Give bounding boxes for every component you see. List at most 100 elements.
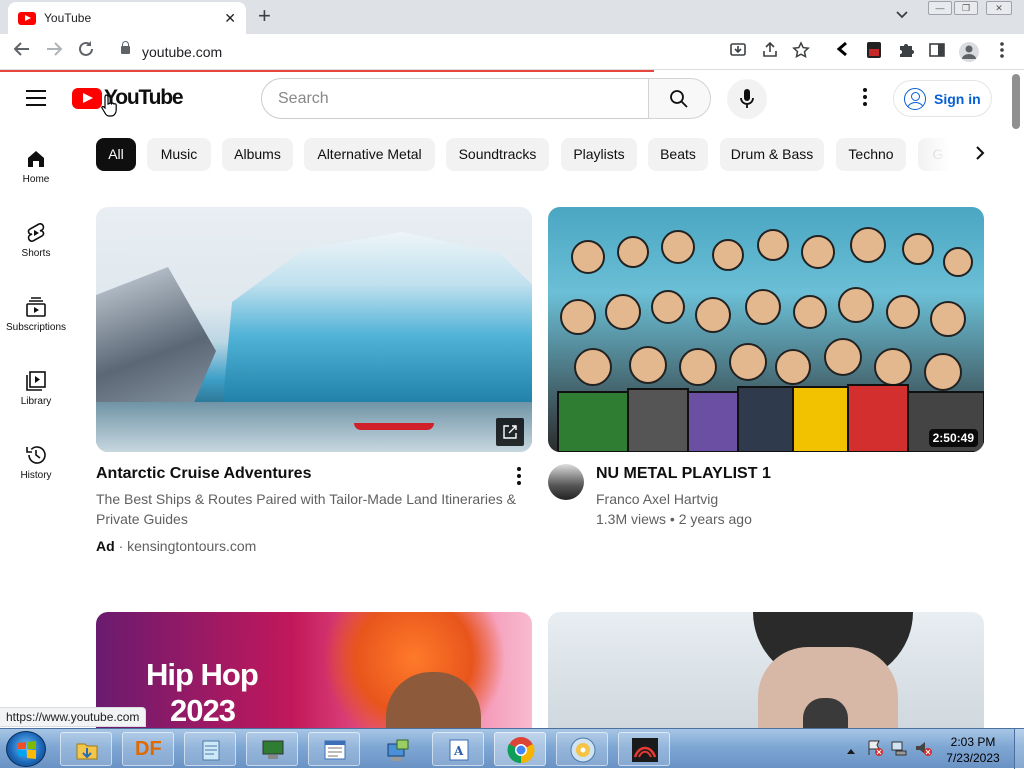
open-external-icon[interactable] <box>496 418 524 446</box>
sidebar-item-subscriptions[interactable]: Subscriptions <box>0 296 72 333</box>
chrome-icon <box>507 737 535 764</box>
chip-beats[interactable]: Beats <box>648 138 708 171</box>
guide-menu-button[interactable] <box>26 90 46 106</box>
taskbar-audio-app[interactable] <box>618 732 670 766</box>
chip-techno[interactable]: Techno <box>836 138 906 171</box>
side-panel-icon[interactable] <box>926 41 948 63</box>
folder-icon <box>76 743 98 760</box>
new-tab-button[interactable]: + <box>258 5 271 27</box>
browser-toolbar: youtube.com <box>0 34 1024 70</box>
ad-badge: Ad <box>96 538 115 554</box>
sidebar-label-subscriptions: Subscriptions <box>5 322 67 333</box>
youtube-favicon-icon <box>18 11 36 25</box>
clock-time: 2:03 PM <box>950 735 996 749</box>
windows-taskbar: DF A 2:03 PM 7/23/2023 <box>0 728 1024 769</box>
show-hidden-icons-arrow-icon[interactable] <box>846 742 856 760</box>
profile-avatar-icon[interactable] <box>958 41 980 63</box>
install-app-icon[interactable] <box>727 41 749 63</box>
iceberg-shape <box>222 232 532 407</box>
video-thumbnail-nu-metal[interactable]: 2:50:49 <box>548 207 984 452</box>
taskbar-text-editor[interactable]: A <box>432 732 484 766</box>
reload-button[interactable] <box>74 40 98 64</box>
address-bar-url[interactable]: youtube.com <box>142 44 222 60</box>
channel-avatar[interactable] <box>548 464 584 500</box>
taskbar-notepad[interactable] <box>184 732 236 766</box>
home-icon <box>25 148 47 170</box>
sign-in-button[interactable]: Sign in <box>893 80 992 117</box>
search-input[interactable]: Search <box>261 78 649 119</box>
shorts-icon <box>25 222 47 244</box>
video-thumbnail-antarctic[interactable] <box>96 207 532 452</box>
taskbar-file-explorer[interactable] <box>60 732 112 766</box>
page-scrollbar-thumb[interactable] <box>1012 74 1020 129</box>
hand-cursor-icon <box>101 94 117 117</box>
close-window-button[interactable]: ✕ <box>986 1 1012 15</box>
ad-domain[interactable]: kensingtontours.com <box>127 538 256 554</box>
browser-tab-youtube[interactable]: YouTube ✕ <box>8 2 246 34</box>
filter-chip-bar: All Music Albums Alternative Metal Sound… <box>96 138 976 172</box>
sidebar-item-library[interactable]: Library <box>0 370 72 407</box>
extensions-puzzle-icon[interactable] <box>895 41 917 63</box>
youtube-logo[interactable]: YouTube <box>72 86 184 110</box>
action-center-flag-icon[interactable] <box>866 739 884 762</box>
video-title[interactable]: NU METAL PLAYLIST 1 <box>596 465 771 483</box>
search-icon <box>670 90 688 108</box>
browser-menu-icon[interactable] <box>991 41 1013 63</box>
sidebar-item-history[interactable]: History <box>0 444 72 481</box>
page-load-progress-bar <box>0 70 654 72</box>
volume-muted-icon[interactable] <box>914 739 932 762</box>
taskbar-document-window[interactable] <box>308 732 360 766</box>
sidebar-item-home[interactable]: Home <box>0 148 72 185</box>
video-thumbnail-singer[interactable] <box>548 612 984 728</box>
taskbar-network-app[interactable] <box>370 732 422 766</box>
lock-icon[interactable] <box>121 41 130 54</box>
window-icon <box>324 740 346 760</box>
chip-albums[interactable]: Albums <box>222 138 293 171</box>
taskbar-device-manager[interactable] <box>246 732 298 766</box>
extension-arrow-icon[interactable] <box>832 41 854 63</box>
ad-description: The Best Ships & Routes Paired with Tail… <box>96 491 516 527</box>
video-thumbnail-hip-hop[interactable]: Hip Hop 2023 <box>96 612 532 728</box>
thumbnail-text-hip-hop: Hip Hop <box>146 657 259 692</box>
chip-soundtracks[interactable]: Soundtracks <box>446 138 549 171</box>
library-icon <box>25 370 47 392</box>
minimize-window-button[interactable]: — <box>928 1 952 15</box>
settings-kebab-icon[interactable] <box>856 88 874 110</box>
video-menu-kebab-icon[interactable] <box>511 466 527 486</box>
chip-alternative-metal[interactable]: Alternative Metal <box>304 138 435 171</box>
taskbar-df-app[interactable]: DF <box>122 732 174 766</box>
chip-drum-and-bass[interactable]: Drum & Bass <box>720 138 824 171</box>
chip-next-arrow-icon[interactable] <box>966 140 994 170</box>
network-status-icon[interactable] <box>890 739 908 762</box>
start-button[interactable] <box>6 731 46 767</box>
network-computer-icon <box>387 739 409 761</box>
chip-all[interactable]: All <box>96 138 136 171</box>
mountain-shape <box>96 267 216 407</box>
text-editor-icon: A <box>449 739 469 761</box>
taskbar-media-app[interactable] <box>556 732 608 766</box>
restore-window-button[interactable]: ❐ <box>954 1 978 15</box>
search-button[interactable] <box>648 78 711 119</box>
voice-search-button[interactable] <box>727 79 767 119</box>
show-desktop-button[interactable] <box>1014 729 1024 769</box>
forward-button[interactable] <box>42 40 66 64</box>
channel-name[interactable]: Franco Axel Hartvig <box>596 489 718 509</box>
extension-seen-icon[interactable] <box>863 41 885 63</box>
tab-search-dropdown-icon[interactable] <box>896 8 908 22</box>
sidebar-label-home: Home <box>22 174 50 185</box>
taskbar-chrome[interactable] <box>494 732 546 766</box>
share-icon[interactable] <box>759 41 781 63</box>
sidebar-item-shorts[interactable]: Shorts <box>0 222 72 259</box>
back-button[interactable] <box>10 40 34 64</box>
chip-music[interactable]: Music <box>147 138 211 171</box>
account-icon <box>904 87 926 110</box>
video-title[interactable]: Antarctic Cruise Adventures <box>96 465 311 483</box>
tab-close-icon[interactable]: ✕ <box>224 10 236 27</box>
chip-playlists[interactable]: Playlists <box>561 138 637 171</box>
windows-logo-icon <box>18 741 36 759</box>
taskbar-clock[interactable]: 2:03 PM 7/23/2023 <box>938 734 1008 766</box>
audio-app-icon <box>632 738 658 762</box>
bookmark-star-icon[interactable] <box>790 41 812 63</box>
sidebar-label-shorts: Shorts <box>21 248 51 259</box>
disc-icon <box>570 737 596 763</box>
